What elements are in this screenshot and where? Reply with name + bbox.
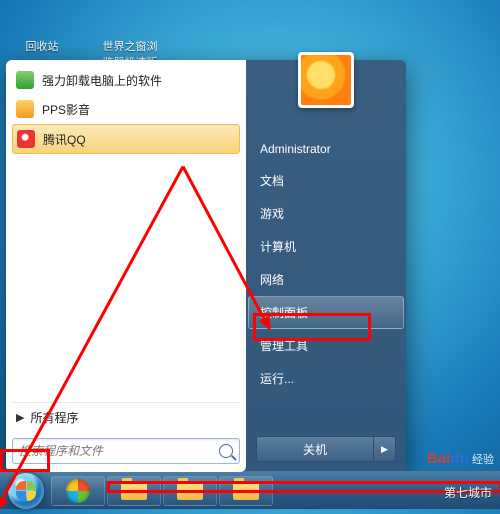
qq-icon xyxy=(17,130,35,148)
shutdown-split-button: 关机 ▶ xyxy=(256,436,396,462)
user-avatar[interactable] xyxy=(298,52,354,108)
right-link-network[interactable]: 网络 xyxy=(248,263,404,296)
search-icon xyxy=(219,444,233,458)
all-programs-button[interactable]: ▶ 所有程序 xyxy=(12,402,240,432)
program-item-pps[interactable]: PPS影音 xyxy=(12,95,240,123)
shutdown-menu-arrow[interactable]: ▶ xyxy=(374,436,396,462)
recycle-icon xyxy=(24,0,60,36)
avatar-image xyxy=(301,55,351,105)
search-box[interactable] xyxy=(12,438,240,464)
spacer xyxy=(12,154,240,402)
right-link-documents[interactable]: 文档 xyxy=(248,164,404,197)
folder-icon xyxy=(177,482,203,500)
right-link-run[interactable]: 运行... xyxy=(248,362,404,395)
folder-icon xyxy=(121,482,147,500)
right-link-control-panel[interactable]: 控制面板 xyxy=(248,296,404,329)
right-link-games[interactable]: 游戏 xyxy=(248,197,404,230)
right-link-computer[interactable]: 计算机 xyxy=(248,230,404,263)
right-link-label: 文档 xyxy=(260,172,284,189)
watermark-sub: 经验 xyxy=(472,454,494,466)
arrow-right-icon: ▶ xyxy=(381,444,388,455)
right-link-user[interactable]: Administrator xyxy=(248,134,404,164)
search-input[interactable] xyxy=(19,444,219,458)
right-link-label: 管理工具 xyxy=(260,337,308,354)
watermark-site: 第七城市 xyxy=(444,484,492,501)
windows-logo-icon xyxy=(16,481,36,501)
program-label: 强力卸载电脑上的软件 xyxy=(42,72,162,89)
start-menu-right-pane: Administrator 文档 游戏 计算机 网络 控制面板 管理工具 运行.… xyxy=(246,60,406,472)
shutdown-button[interactable]: 关机 xyxy=(256,436,374,462)
right-link-label: 游戏 xyxy=(260,205,284,222)
program-label: 腾讯QQ xyxy=(43,131,86,148)
watermark-baidu: Baidu 经验 xyxy=(427,452,494,467)
taskbar-item-explorer[interactable] xyxy=(107,476,161,506)
right-link-label: 网络 xyxy=(260,271,284,288)
folder-icon xyxy=(233,482,259,500)
right-link-label: 运行... xyxy=(260,370,294,387)
globe-icon xyxy=(112,0,148,36)
start-menu-left-pane: 强力卸载电脑上的软件 PPS影音 腾讯QQ ▶ 所有程序 xyxy=(6,60,246,472)
browser-swirl-icon xyxy=(66,479,90,503)
pps-icon xyxy=(16,100,34,118)
uninstall-icon xyxy=(16,71,34,89)
program-item-uninstall[interactable]: 强力卸载电脑上的软件 xyxy=(12,66,240,94)
all-programs-label: 所有程序 xyxy=(30,409,78,426)
taskbar-item-browser[interactable] xyxy=(51,476,105,506)
right-link-label: 控制面板 xyxy=(260,304,308,321)
right-link-label: 计算机 xyxy=(260,238,296,255)
arrow-right-icon: ▶ xyxy=(16,411,24,424)
pinned-programs-list: 强力卸载电脑上的软件 PPS影音 腾讯QQ xyxy=(12,66,240,154)
start-menu: 强力卸载电脑上的软件 PPS影音 腾讯QQ ▶ 所有程序 Administrat xyxy=(6,60,406,472)
shutdown-label: 关机 xyxy=(303,441,327,458)
right-link-label: Administrator xyxy=(260,142,331,156)
right-link-admin-tools[interactable]: 管理工具 xyxy=(248,329,404,362)
taskbar xyxy=(0,471,500,509)
desktop-icon-label: 回收站 xyxy=(26,41,59,53)
program-item-qq[interactable]: 腾讯QQ xyxy=(12,124,240,154)
taskbar-item-explorer-2[interactable] xyxy=(163,476,217,506)
start-button[interactable] xyxy=(8,473,44,509)
program-label: PPS影音 xyxy=(42,101,90,118)
watermark-brand-left: Bai xyxy=(427,450,450,467)
watermark-brand-right: du xyxy=(450,450,468,467)
taskbar-item-explorer-3[interactable] xyxy=(219,476,273,506)
